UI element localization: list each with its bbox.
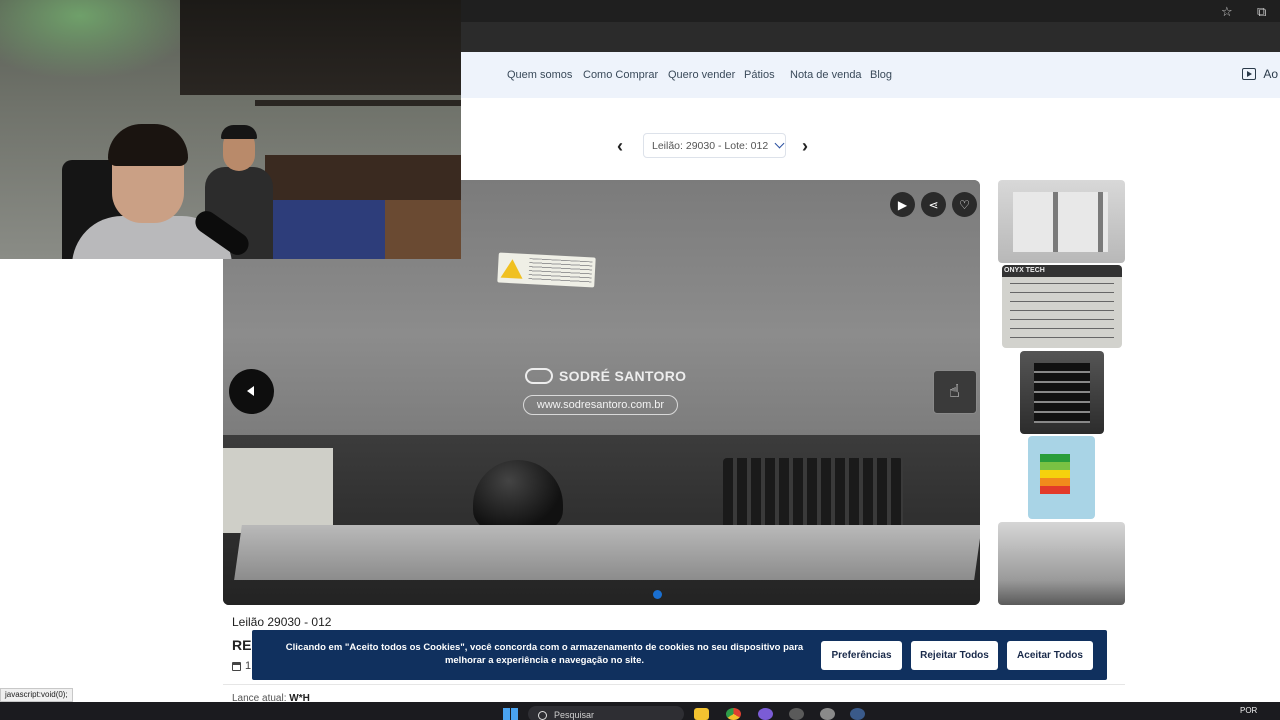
nav-quem-somos[interactable]: Quem somos — [507, 69, 572, 81]
nav-blog[interactable]: Blog — [870, 69, 892, 81]
warning-sticker — [497, 252, 596, 288]
video-button[interactable]: ▶ — [890, 192, 915, 217]
cookie-message: Clicando em "Aceito todos os Cookies", v… — [285, 642, 804, 666]
windows-taskbar: Pesquisar — [0, 702, 1280, 720]
lot-date: 1 — [232, 660, 251, 672]
thumbnail-2-label-lines — [1010, 283, 1114, 341]
taskbar-language[interactable]: POR — [1240, 706, 1257, 715]
lot-select-value: Leilão: 29030 - Lote: 012 — [652, 139, 769, 152]
share-button[interactable]: ⋖ — [921, 192, 946, 217]
star-icon[interactable]: ☆ — [1221, 5, 1233, 18]
nav-nota-de-venda[interactable]: Nota de venda — [790, 69, 862, 81]
browser-status-bar: javascript:void(0); — [0, 688, 73, 702]
watermark-brand: SODRÉ SANTORO — [559, 368, 687, 384]
thumbnail-2-brand: ONYX TECH — [1002, 265, 1122, 277]
sodre-santoro-logo-icon — [525, 368, 553, 384]
webcam-person-1-hair — [108, 124, 188, 166]
hand-cursor-icon: ☝ — [949, 381, 960, 401]
calendar-icon — [232, 661, 241, 671]
carousel-indicator[interactable] — [653, 590, 662, 599]
taskbar-search-input[interactable]: Pesquisar — [528, 706, 684, 720]
nav-patios[interactable]: Pátios — [744, 69, 775, 81]
watermark-logo: SODRÉ SANTORO — [525, 368, 686, 384]
webcam-bed — [265, 200, 395, 259]
webcam-overlay — [0, 0, 461, 259]
webcam-nightstand — [385, 200, 461, 259]
nav-quero-vender[interactable]: Quero vender — [668, 69, 735, 81]
webcam-green-light — [0, 0, 200, 80]
play-icon — [1242, 68, 1257, 80]
live-auction-link[interactable]: Ao — [1242, 67, 1278, 81]
chrome-icon[interactable] — [726, 708, 741, 720]
lot-name: RE — [232, 637, 252, 653]
lot-select[interactable]: Leilão: 29030 - Lote: 012 — [643, 133, 786, 158]
chevron-down-icon — [774, 138, 785, 149]
live-auction-label: Ao — [1263, 67, 1278, 81]
cookie-banner: Clicando em "Aceito todos os Cookies", v… — [252, 630, 1107, 680]
divider — [223, 684, 1125, 685]
discord-icon[interactable] — [789, 708, 804, 720]
thumbnail-1[interactable] — [998, 180, 1125, 263]
webcam-cabinet — [180, 0, 461, 95]
warning-text-lines — [528, 258, 593, 284]
lot-title: Leilão 29030 - 012 — [232, 615, 332, 629]
settings-icon[interactable] — [820, 708, 835, 720]
photo-left-box — [223, 448, 333, 533]
windows-start-icon[interactable] — [503, 708, 518, 720]
cookie-accept-all-button[interactable]: Aceitar Todos — [1007, 641, 1093, 670]
app-icon[interactable] — [758, 708, 773, 720]
webcam-person-1 — [72, 124, 232, 259]
cookie-preferences-button[interactable]: Preferências — [821, 641, 902, 670]
thumbnail-5[interactable] — [998, 522, 1125, 605]
favorite-button[interactable]: ♡ — [952, 192, 977, 217]
watermark-url: www.sodresantoro.com.br — [523, 395, 678, 415]
steam-icon[interactable] — [850, 708, 865, 720]
photo-base-tray — [234, 525, 980, 580]
thumbnail-4[interactable] — [1028, 436, 1095, 519]
cookie-reject-all-button[interactable]: Rejeitar Todos — [911, 641, 998, 670]
puzzle-icon[interactable]: ⧉ — [1257, 5, 1266, 18]
previous-lot-button[interactable]: ‹ — [617, 136, 623, 157]
previous-photo-button[interactable] — [229, 369, 274, 414]
thumbnail-2[interactable]: ONYX TECH — [1002, 265, 1122, 348]
file-explorer-icon[interactable] — [694, 708, 709, 720]
webcam-shelf — [255, 100, 461, 106]
warning-icon — [500, 258, 524, 279]
nav-como-comprar[interactable]: Como Comprar — [583, 69, 658, 81]
screen: ☆ ⧉ Quem somos Como Comprar Quero vender… — [0, 0, 1280, 720]
next-lot-button[interactable]: › — [802, 136, 808, 157]
thumbnail-3[interactable] — [1020, 351, 1104, 434]
next-photo-button[interactable]: ☝ — [933, 370, 977, 414]
lot-date-value: 1 — [245, 660, 252, 672]
